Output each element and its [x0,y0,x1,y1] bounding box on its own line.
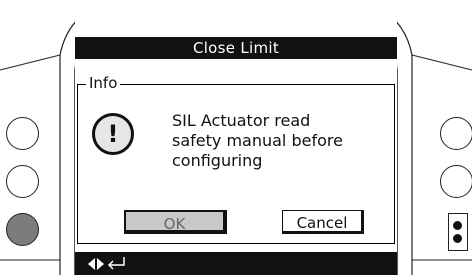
message-line: SIL Actuator read [172,111,311,130]
info-group-label: Info [86,73,121,93]
message-line: configuring [172,151,263,170]
left-right-arrows-icon [88,258,104,270]
cancel-button[interactable]: Cancel [282,210,364,234]
left-side-button-2[interactable] [6,165,39,198]
exclamation-glyph: ! [107,120,119,148]
enter-return-icon [107,257,125,270]
left-side-button-3-pressed[interactable] [6,213,39,246]
right-toggle-switch[interactable] [448,213,468,251]
left-side-button-1[interactable] [6,117,39,150]
right-side-button-1[interactable] [440,117,472,150]
right-side-button-2[interactable] [440,165,472,198]
dialog-message: SIL Actuator read safety manual before c… [172,111,372,171]
ok-button[interactable]: OK [124,210,227,234]
nav-icons [88,254,148,274]
dialog-title: Close Limit [192,39,280,57]
message-line: safety manual before [172,131,343,150]
switch-dot-lower [453,234,462,243]
switch-dot-upper [453,221,462,230]
